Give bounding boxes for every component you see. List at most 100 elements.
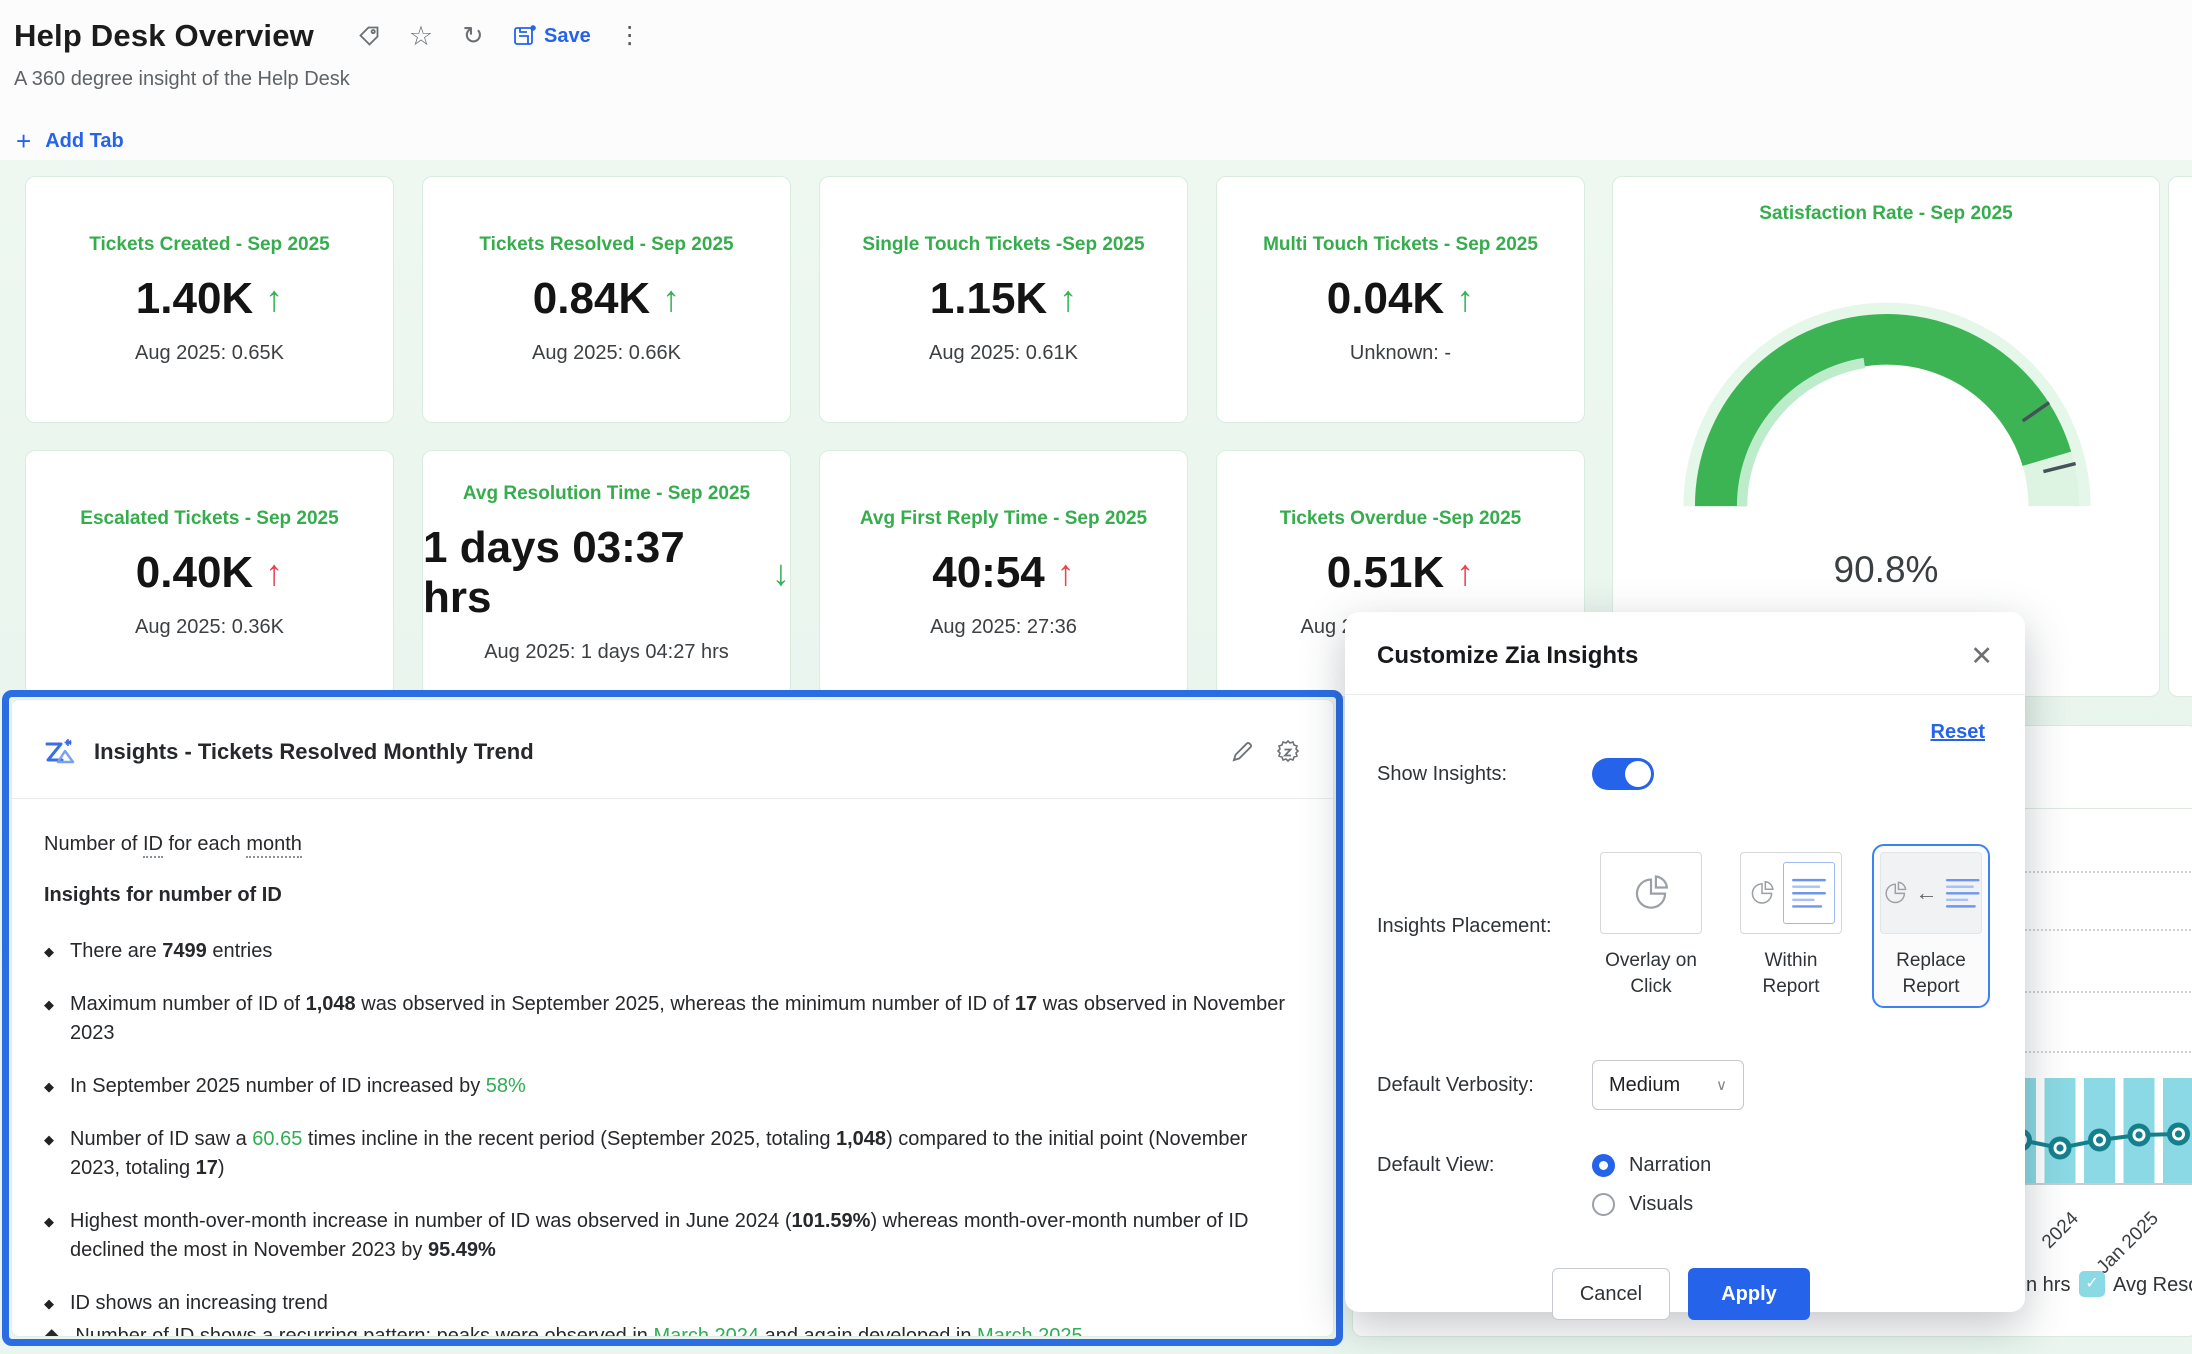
text-segment: 101.59% [791,1210,870,1232]
kpi-card[interactable]: Avg Resolution Time - Sep 20251 days 03:… [422,450,791,697]
text-segment: and again developed in [759,1325,977,1337]
radio-label: Narration [1629,1154,1711,1177]
text-segment: March 2024 [653,1325,759,1337]
save-icon [512,23,538,49]
kpi-card[interactable]: Tickets Resolved - Sep 20250.84K↑Aug 202… [422,176,791,423]
gauge-value: 90.8% [1613,549,2159,591]
kpi-card[interactable]: Tickets Created - Sep 2025 1.40K ↑ Aug 2025… [25,176,394,423]
default-view-options: Narration Visuals [1592,1154,1711,1216]
kpi-compare: Aug 2025: 0.66K [532,342,681,365]
bullet-text: Maximum number of ID of 1,048 was observ… [70,990,1289,1048]
legend-checkbox[interactable]: ✓ [2079,1271,2105,1297]
placement-option-preview: ← [1880,852,1982,934]
radio-icon [1592,1154,1615,1177]
placement-option-label: WithinReport [1762,948,1819,1000]
trend-up-arrow-icon: ↑ [662,278,680,320]
placement-option-overlay-on-click[interactable]: Overlay onClick [1592,844,1710,1008]
kpi-value: 40:54 ↑ [932,548,1075,598]
add-tab-label: Add Tab [45,130,124,153]
kpi-card[interactable]: Single Touch Tickets -Sep 20251.15K↑Aug … [819,176,1188,423]
bullet-text: Number of ID shows a recurring pattern; … [75,1322,1082,1337]
dialog-title: Customize Zia Insights [1377,642,1970,670]
trend-up-arrow-icon: ↑ [265,552,283,594]
kpi-card[interactable]: Multi Touch Tickets - Sep 20250.04K↑Unkn… [1216,176,1585,423]
kpi-title: Avg First Reply Time - Sep 2025 [860,508,1147,530]
kpi-compare: Aug 2025: 0.65K [135,342,284,365]
legend-partial-text: n hrs [2026,1274,2070,1297]
kpi-value-text: 1.40K [136,274,253,324]
text-segment: Number of [44,833,143,855]
kpi-card[interactable]: Escalated Tickets - Sep 20250.40K↑Aug 20… [25,450,394,697]
trend-up-arrow-icon: ↑ [1057,552,1075,594]
insights-placement-row: Insights Placement: Overlay onClickWithi… [1377,844,1985,1008]
text-segment: 7499 [162,940,207,962]
pie-chart-icon [1747,878,1777,908]
favorite-star-icon[interactable]: ☆ [408,23,434,49]
kpi-value: 0.51K ↑ [1327,548,1474,598]
kpi-value-text: 0.04K [1327,274,1444,324]
dashboard-screen: Help Desk Overview ☆ ↻ Save [0,0,2192,1354]
add-tab-button[interactable]: + Add Tab [16,126,124,157]
zia-icon [42,736,78,768]
bullet-text: Highest month-over-month increase in num… [70,1207,1289,1265]
radio-option-visuals[interactable]: Visuals [1592,1193,1711,1216]
text-segment: 17 [196,1157,218,1179]
tag-icon[interactable] [356,23,382,49]
clipped-edge-card [2168,176,2192,697]
placement-option-replace-report[interactable]: ←ReplaceReport [1872,844,1990,1008]
insights-bullet-list: ◆There are 7499 entries◆Maximum number o… [44,937,1303,1318]
show-insights-toggle[interactable] [1592,758,1654,790]
kpi-compare: Aug 2025: 0.61K [929,342,1078,365]
left-arrow-icon: ← [1916,880,1938,906]
more-options-icon[interactable]: ⋮ [617,23,643,49]
kpi-value-text: 40:54 [932,548,1045,598]
insight-bullet: ◆There are 7499 entries [44,937,1289,966]
radio-option-narration[interactable]: Narration [1592,1154,1711,1177]
placement-option-preview [1600,852,1702,934]
trend-down-arrow-icon: ↓ [772,552,790,594]
kpi-value-text: 0.51K [1327,548,1444,598]
kpi-title: Tickets Overdue -Sep 2025 [1280,508,1522,530]
kpi-title: Escalated Tickets - Sep 2025 [80,508,338,530]
kpi-title: Tickets Created - Sep 2025 [89,234,329,256]
refresh-icon[interactable]: ↻ [460,23,486,49]
text-segment: 1,048 [306,993,356,1015]
apply-button[interactable]: Apply [1688,1268,1810,1320]
dialog-header: Customize Zia Insights ✕ [1345,612,2025,694]
trend-up-arrow-icon: ↑ [265,278,283,320]
bullet-diamond-icon: ◆ [44,1322,59,1337]
save-label: Save [544,25,591,48]
radio-label: Visuals [1629,1193,1693,1216]
insights-section-heading: Insights for number of ID [44,884,1303,907]
text-segment: ID [143,833,163,858]
text-segment: ) [218,1157,225,1179]
bar [2045,1078,2076,1184]
verbosity-value: Medium [1609,1074,1680,1097]
save-button[interactable]: Save [512,23,591,49]
insight-bullet: ◆In September 2025 number of ID increase… [44,1072,1289,1101]
cancel-button[interactable]: Cancel [1552,1268,1670,1320]
text-segment: 58% [486,1075,526,1097]
text-segment: There are [70,940,162,962]
legend-series-label[interactable]: Avg Resolution Time in hrs [2113,1274,2192,1297]
report-header: Help Desk Overview ☆ ↻ Save [14,18,643,91]
close-icon[interactable]: ✕ [1970,643,1993,670]
verbosity-dropdown[interactable]: Medium ∨ [1592,1060,1744,1110]
verbosity-label: Default Verbosity: [1377,1074,1592,1097]
placement-option-within-report[interactable]: WithinReport [1732,844,1850,1008]
zia-settings-gear-icon[interactable] [1273,737,1303,767]
default-view-row: Default View: Narration Visuals [1377,1154,1985,1216]
report-doc-icon [1783,862,1835,924]
show-insights-label: Show Insights: [1377,763,1592,786]
kpi-value: 1 days 03:37 hrs↓ [423,523,790,623]
default-view-label: Default View: [1377,1154,1592,1177]
kpi-card[interactable]: Avg First Reply Time - Sep 202540:54↑Aug… [819,450,1188,697]
gauge-chart [1657,273,2117,523]
trend-up-arrow-icon: ↑ [1456,552,1474,594]
bullet-text: In September 2025 number of ID increased… [70,1072,526,1101]
reset-link[interactable]: Reset [1931,721,1985,743]
edit-pencil-icon[interactable] [1227,737,1257,767]
insights-header: Insights - Tickets Resolved Monthly Tren… [12,700,1333,768]
pie-chart-icon [1629,871,1673,915]
toggle-knob [1625,761,1651,787]
